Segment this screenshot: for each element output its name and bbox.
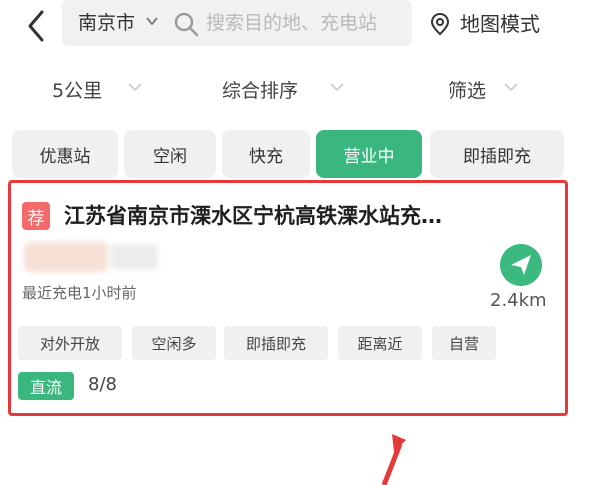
chevron-down-icon bbox=[128, 83, 142, 92]
chip-plug-and-charge[interactable]: 即插即充 bbox=[430, 130, 564, 178]
map-pin-icon[interactable] bbox=[428, 12, 452, 36]
city-selector[interactable]: 南京市 bbox=[78, 8, 135, 35]
recommend-badge: 荐 bbox=[22, 202, 50, 230]
blurred-info bbox=[110, 244, 158, 270]
tag-plug-and-charge: 即插即充 bbox=[224, 326, 328, 360]
map-mode-button[interactable]: 地图模式 bbox=[460, 8, 540, 37]
navigate-arrow-icon[interactable] bbox=[500, 244, 542, 286]
annotation-arrow-icon bbox=[381, 434, 406, 485]
tag-many-idle: 空闲多 bbox=[132, 326, 216, 360]
chevron-down-icon bbox=[330, 83, 344, 92]
search-input[interactable]: 搜索目的地、充电站 bbox=[206, 8, 377, 35]
station-name: 江苏省南京市溧水区宁杭高铁溧水站充… bbox=[64, 204, 442, 228]
distance-filter[interactable]: 5公里 bbox=[52, 76, 102, 103]
power-type-badge: 直流 bbox=[18, 372, 74, 400]
last-charge-time: 最近充电1小时前 bbox=[22, 284, 137, 302]
chip-open[interactable]: 营业中 bbox=[316, 130, 422, 178]
back-chevron-icon[interactable] bbox=[24, 8, 48, 44]
sort-filter[interactable]: 综合排序 bbox=[222, 76, 298, 103]
tag-open-public: 对外开放 bbox=[18, 326, 122, 360]
tag-nearby: 距离近 bbox=[338, 326, 422, 360]
available-slots: 8/8 bbox=[88, 374, 117, 395]
chip-fast[interactable]: 快充 bbox=[222, 130, 310, 178]
distance-label: 2.4km bbox=[490, 290, 547, 311]
tag-self-operated: 自营 bbox=[432, 326, 496, 360]
chevron-down-icon bbox=[504, 83, 518, 92]
chip-discount[interactable]: 优惠站 bbox=[12, 130, 118, 178]
chip-idle[interactable]: 空闲 bbox=[124, 130, 216, 178]
search-icon bbox=[174, 12, 199, 37]
screen-filter[interactable]: 筛选 bbox=[448, 76, 486, 103]
blurred-rating bbox=[24, 242, 108, 272]
chevron-down-icon bbox=[146, 17, 158, 26]
